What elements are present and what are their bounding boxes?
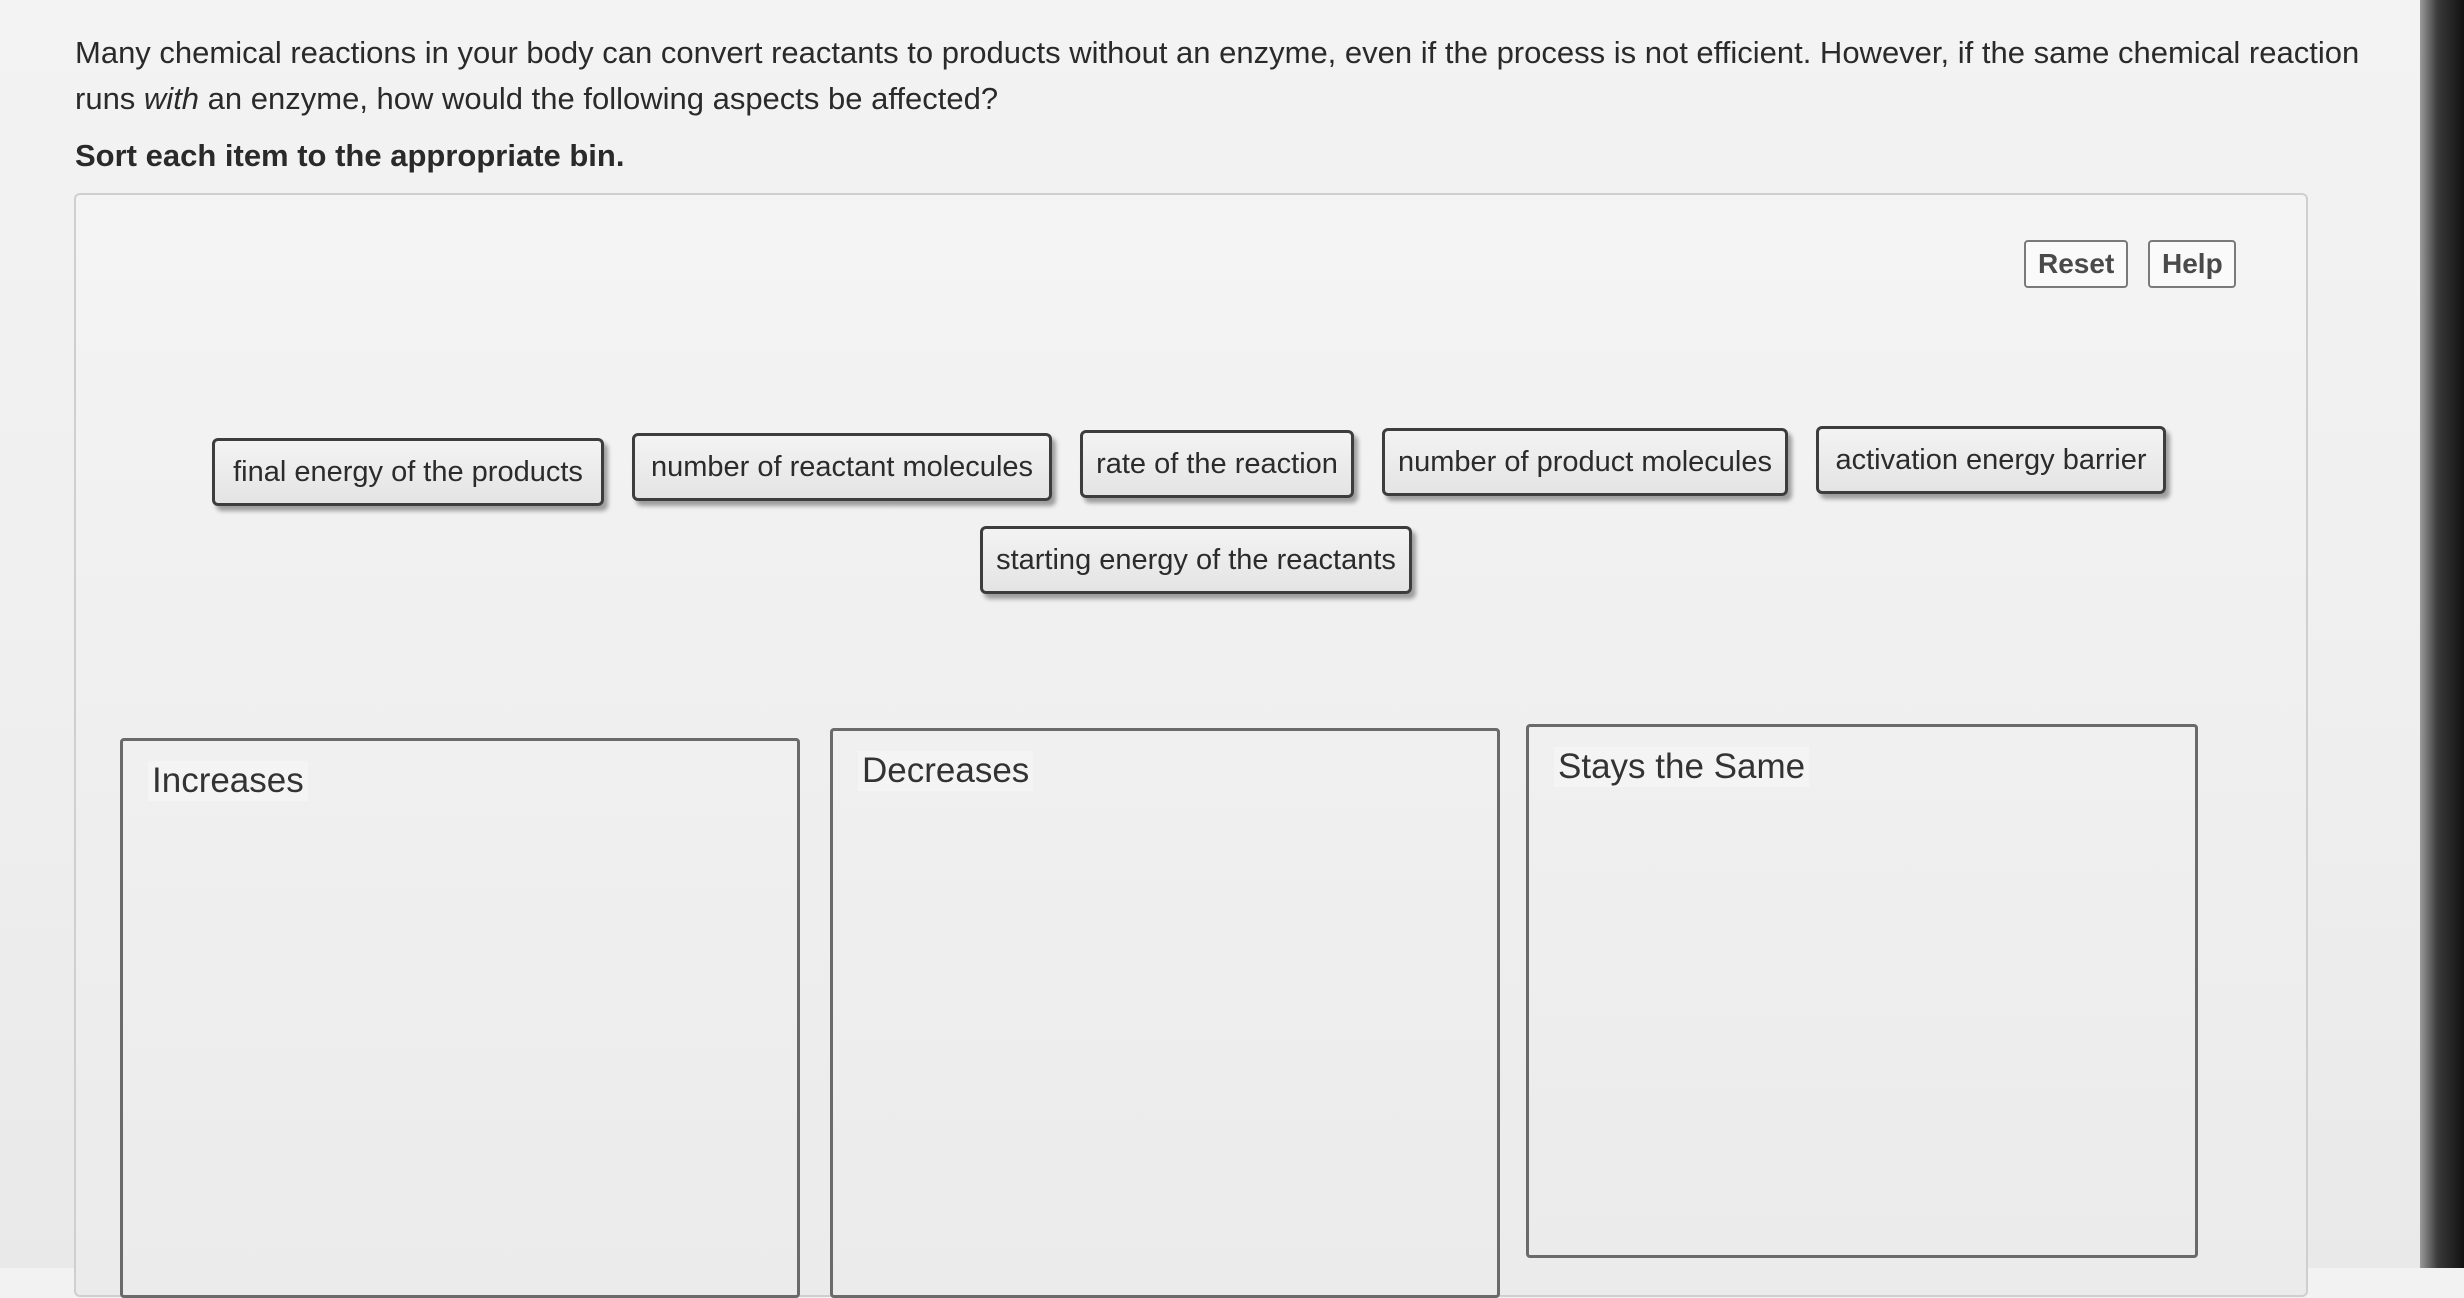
item-rate-of-reaction[interactable]: rate of the reaction: [1080, 430, 1354, 498]
bin-increases[interactable]: Increases: [120, 738, 800, 1298]
item-number-of-product-molecules[interactable]: number of product molecules: [1382, 428, 1788, 496]
bin-decreases[interactable]: Decreases: [830, 728, 1500, 1298]
bin-stays-the-same[interactable]: Stays the Same: [1526, 724, 2198, 1258]
bin-title-decreases: Decreases: [858, 751, 1034, 791]
item-activation-energy-barrier[interactable]: activation energy barrier: [1816, 426, 2166, 494]
sort-instruction: Sort each item to the appropriate bin.: [75, 138, 625, 173]
item-starting-energy-of-reactants[interactable]: starting energy of the reactants: [980, 526, 1412, 594]
question-part-2: an enzyme, how would the following aspec…: [199, 81, 999, 116]
bin-title-stays-the-same: Stays the Same: [1554, 747, 1810, 787]
screen-edge: [2420, 0, 2464, 1268]
item-number-of-reactant-molecules[interactable]: number of reactant molecules: [632, 433, 1052, 501]
item-final-energy-of-products[interactable]: final energy of the products: [212, 438, 604, 506]
help-button[interactable]: Help: [2148, 240, 2236, 288]
question-text: Many chemical reactions in your body can…: [75, 30, 2365, 122]
question-emphasis: with: [143, 81, 200, 116]
reset-button[interactable]: Reset: [2024, 240, 2128, 288]
bin-title-increases: Increases: [148, 761, 308, 801]
